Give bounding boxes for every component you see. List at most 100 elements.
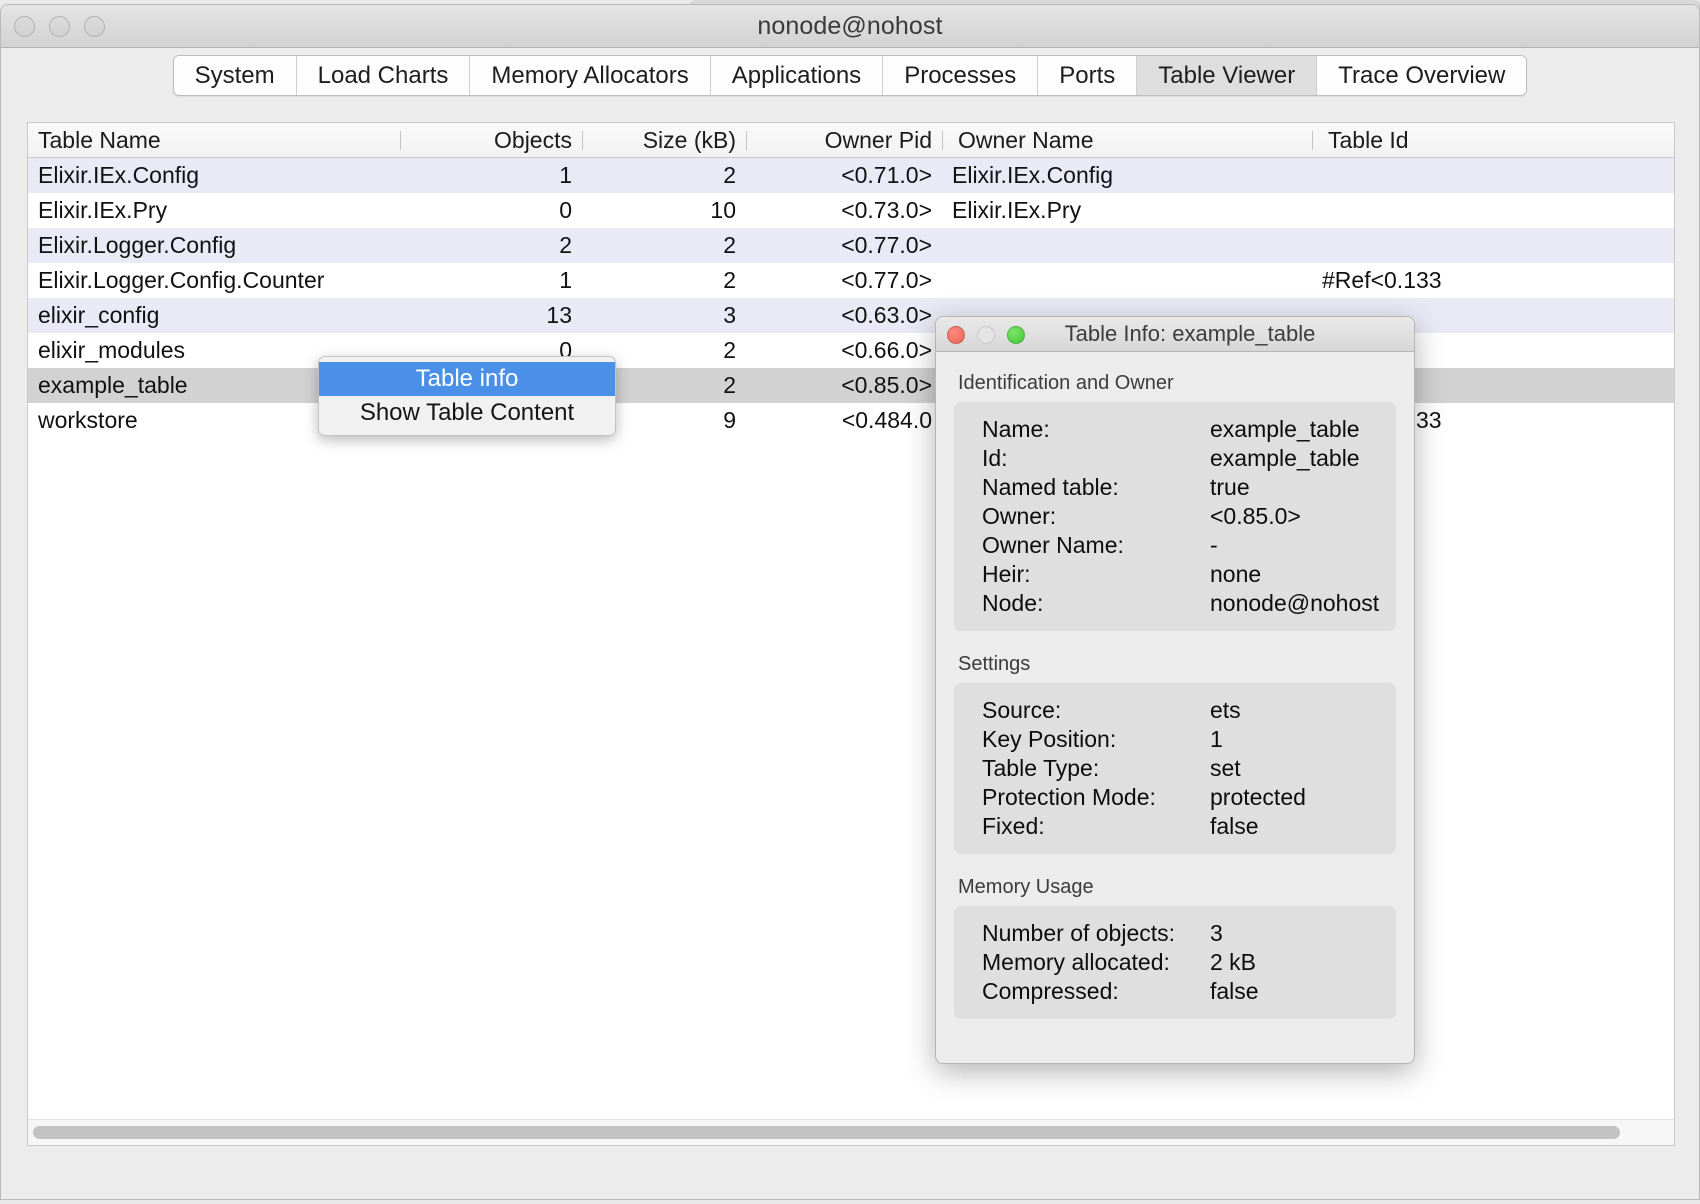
minimize-button[interactable] <box>49 16 70 37</box>
menu-item-show-table-content[interactable]: Show Table Content <box>319 396 615 430</box>
dialog-body: Identification and Owner Name: example_t… <box>936 352 1414 1063</box>
info-row-key-position: Key Position: 1 <box>982 725 1388 754</box>
info-value: <0.85.0> <box>1210 503 1301 529</box>
info-key: Memory allocated: <box>982 949 1170 975</box>
cell-size: 2 <box>723 232 736 258</box>
tab-trace-overview[interactable]: Trace Overview <box>1317 56 1527 95</box>
table-row[interactable]: workstore 9 <0.484.0 #Ref<0.133 <box>28 403 1674 438</box>
close-button[interactable] <box>14 16 35 37</box>
cell-size: 2 <box>723 267 736 293</box>
table-row[interactable]: Elixir.IEx.Config 1 2 <0.71.0> Elixir.IE… <box>28 158 1674 193</box>
info-key: Owner Name: <box>982 532 1124 558</box>
table-row[interactable]: Elixir.Logger.Config 2 2 <0.77.0> <box>28 228 1674 263</box>
window-titlebar[interactable]: nonode@nohost <box>1 5 1699 48</box>
table-row[interactable]: example_table 2 <0.85.0> <box>28 368 1674 403</box>
info-key: Fixed: <box>982 813 1045 839</box>
info-value: set <box>1210 755 1241 781</box>
info-value: protected <box>1210 784 1306 810</box>
section-label-identification-and-owner: Identification and Owner <box>958 372 1174 394</box>
cell-objects: 0 <box>559 197 572 223</box>
cell-size: 3 <box>723 302 736 328</box>
info-key: Node: <box>982 590 1044 616</box>
info-key: Table Type: <box>982 755 1100 781</box>
dialog-zoom-button[interactable] <box>1007 326 1025 344</box>
info-row-heir: Heir: none <box>982 560 1388 589</box>
info-value: ets <box>1210 697 1241 723</box>
info-value: 1 <box>1210 726 1223 752</box>
cell-owner-pid: <0.73.0> <box>841 197 932 223</box>
table-row[interactable]: elixir_config 13 3 <0.63.0> <box>28 298 1674 333</box>
column-header-owner-name[interactable]: Owner Name <box>942 127 1312 154</box>
info-row-table-type: Table Type: set <box>982 754 1388 783</box>
table-body: Elixir.IEx.Config 1 2 <0.71.0> Elixir.IE… <box>28 158 1674 438</box>
info-row-compressed: Compressed: false <box>982 977 1388 1006</box>
info-row-fixed: Fixed: false <box>982 812 1388 841</box>
cell-objects: 2 <box>559 232 572 258</box>
cell-owner-pid: <0.66.0> <box>841 337 932 363</box>
horizontal-scrollbar[interactable] <box>28 1119 1674 1145</box>
cell-owner-pid: <0.484.0 <box>841 407 932 433</box>
info-row-owner-name: Owner Name: - <box>982 531 1388 560</box>
table-header-row: Table Name Objects Size (kB) Owner Pid O… <box>28 123 1674 158</box>
dialog-traffic-lights <box>947 326 1025 344</box>
tab-ports[interactable]: Ports <box>1038 56 1138 95</box>
info-row-node: Node: nonode@nohost <box>982 589 1388 618</box>
cell-table-id: #Ref<0.133 <box>1322 267 1442 293</box>
info-key: Name: <box>982 416 1050 442</box>
info-value: nonode@nohost <box>1210 590 1380 616</box>
table-viewer-grid: Table Name Objects Size (kB) Owner Pid O… <box>27 122 1675 1146</box>
info-key: Source: <box>982 697 1062 723</box>
info-row-protection-mode: Protection Mode: protected <box>982 783 1388 812</box>
column-header-objects[interactable]: Objects <box>400 127 582 154</box>
info-value: false <box>1210 978 1259 1004</box>
desktop-background: nonode@nohost System Load Charts Memory … <box>0 0 1700 1204</box>
window-title: nonode@nohost <box>757 11 943 40</box>
section-label-memory-usage: Memory Usage <box>958 876 1094 898</box>
dialog-close-button[interactable] <box>947 326 965 344</box>
table-row[interactable]: Elixir.IEx.Pry 0 10 <0.73.0> Elixir.IEx.… <box>28 193 1674 228</box>
info-value: 2 kB <box>1210 949 1257 975</box>
info-key: Owner: <box>982 503 1057 529</box>
tab-system[interactable]: System <box>173 56 297 95</box>
observer-main-window: nonode@nohost System Load Charts Memory … <box>0 4 1700 1200</box>
info-key: Id: <box>982 445 1008 471</box>
cell-table-name: Elixir.Logger.Config.Counter <box>38 267 325 293</box>
column-header-owner-pid[interactable]: Owner Pid <box>746 127 942 154</box>
cell-owner-pid: <0.85.0> <box>841 372 932 398</box>
info-value: example_table <box>1210 445 1360 471</box>
column-header-size[interactable]: Size (kB) <box>582 127 746 154</box>
tab-memory-allocators[interactable]: Memory Allocators <box>470 56 711 95</box>
dialog-titlebar[interactable]: Table Info: example_table <box>936 317 1414 352</box>
tab-load-charts[interactable]: Load Charts <box>296 56 471 95</box>
cell-owner-pid: <0.77.0> <box>841 267 932 293</box>
dialog-minimize-button[interactable] <box>977 326 995 344</box>
cell-owner-pid: <0.63.0> <box>841 302 932 328</box>
column-header-table-name[interactable]: Table Name <box>28 127 400 154</box>
info-key: Protection Mode: <box>982 784 1156 810</box>
cell-table-name: Elixir.IEx.Config <box>38 162 200 188</box>
zoom-button[interactable] <box>84 16 105 37</box>
cell-objects: 1 <box>559 267 572 293</box>
horizontal-scrollbar-thumb[interactable] <box>33 1126 1620 1139</box>
info-row-source: Source: ets <box>982 696 1388 725</box>
table-row[interactable]: elixir_modules 0 2 <0.66.0> <box>28 333 1674 368</box>
cell-size: 10 <box>710 197 736 223</box>
tabbar-area: System Load Charts Memory Allocators App… <box>1 48 1699 99</box>
menu-item-table-info[interactable]: Table info <box>319 362 615 396</box>
info-value: none <box>1210 561 1262 587</box>
info-key: Number of objects: <box>982 920 1176 946</box>
info-row-name: Name: example_table <box>982 415 1388 444</box>
table-info-dialog: Table Info: example_table Identification… <box>935 316 1415 1064</box>
info-key: Heir: <box>982 561 1031 587</box>
column-header-table-id[interactable]: Table Id <box>1312 127 1672 154</box>
table-row[interactable]: Elixir.Logger.Config.Counter 1 2 <0.77.0… <box>28 263 1674 298</box>
info-value: false <box>1210 813 1259 839</box>
info-value: 3 <box>1210 920 1223 946</box>
info-key: Key Position: <box>982 726 1117 752</box>
tab-applications[interactable]: Applications <box>710 56 884 95</box>
info-row-number-of-objects: Number of objects: 3 <box>982 919 1388 948</box>
cell-owner-pid: <0.71.0> <box>841 162 932 188</box>
tab-processes[interactable]: Processes <box>883 56 1039 95</box>
cell-size: 2 <box>723 162 736 188</box>
tab-table-viewer[interactable]: Table Viewer <box>1137 56 1318 95</box>
